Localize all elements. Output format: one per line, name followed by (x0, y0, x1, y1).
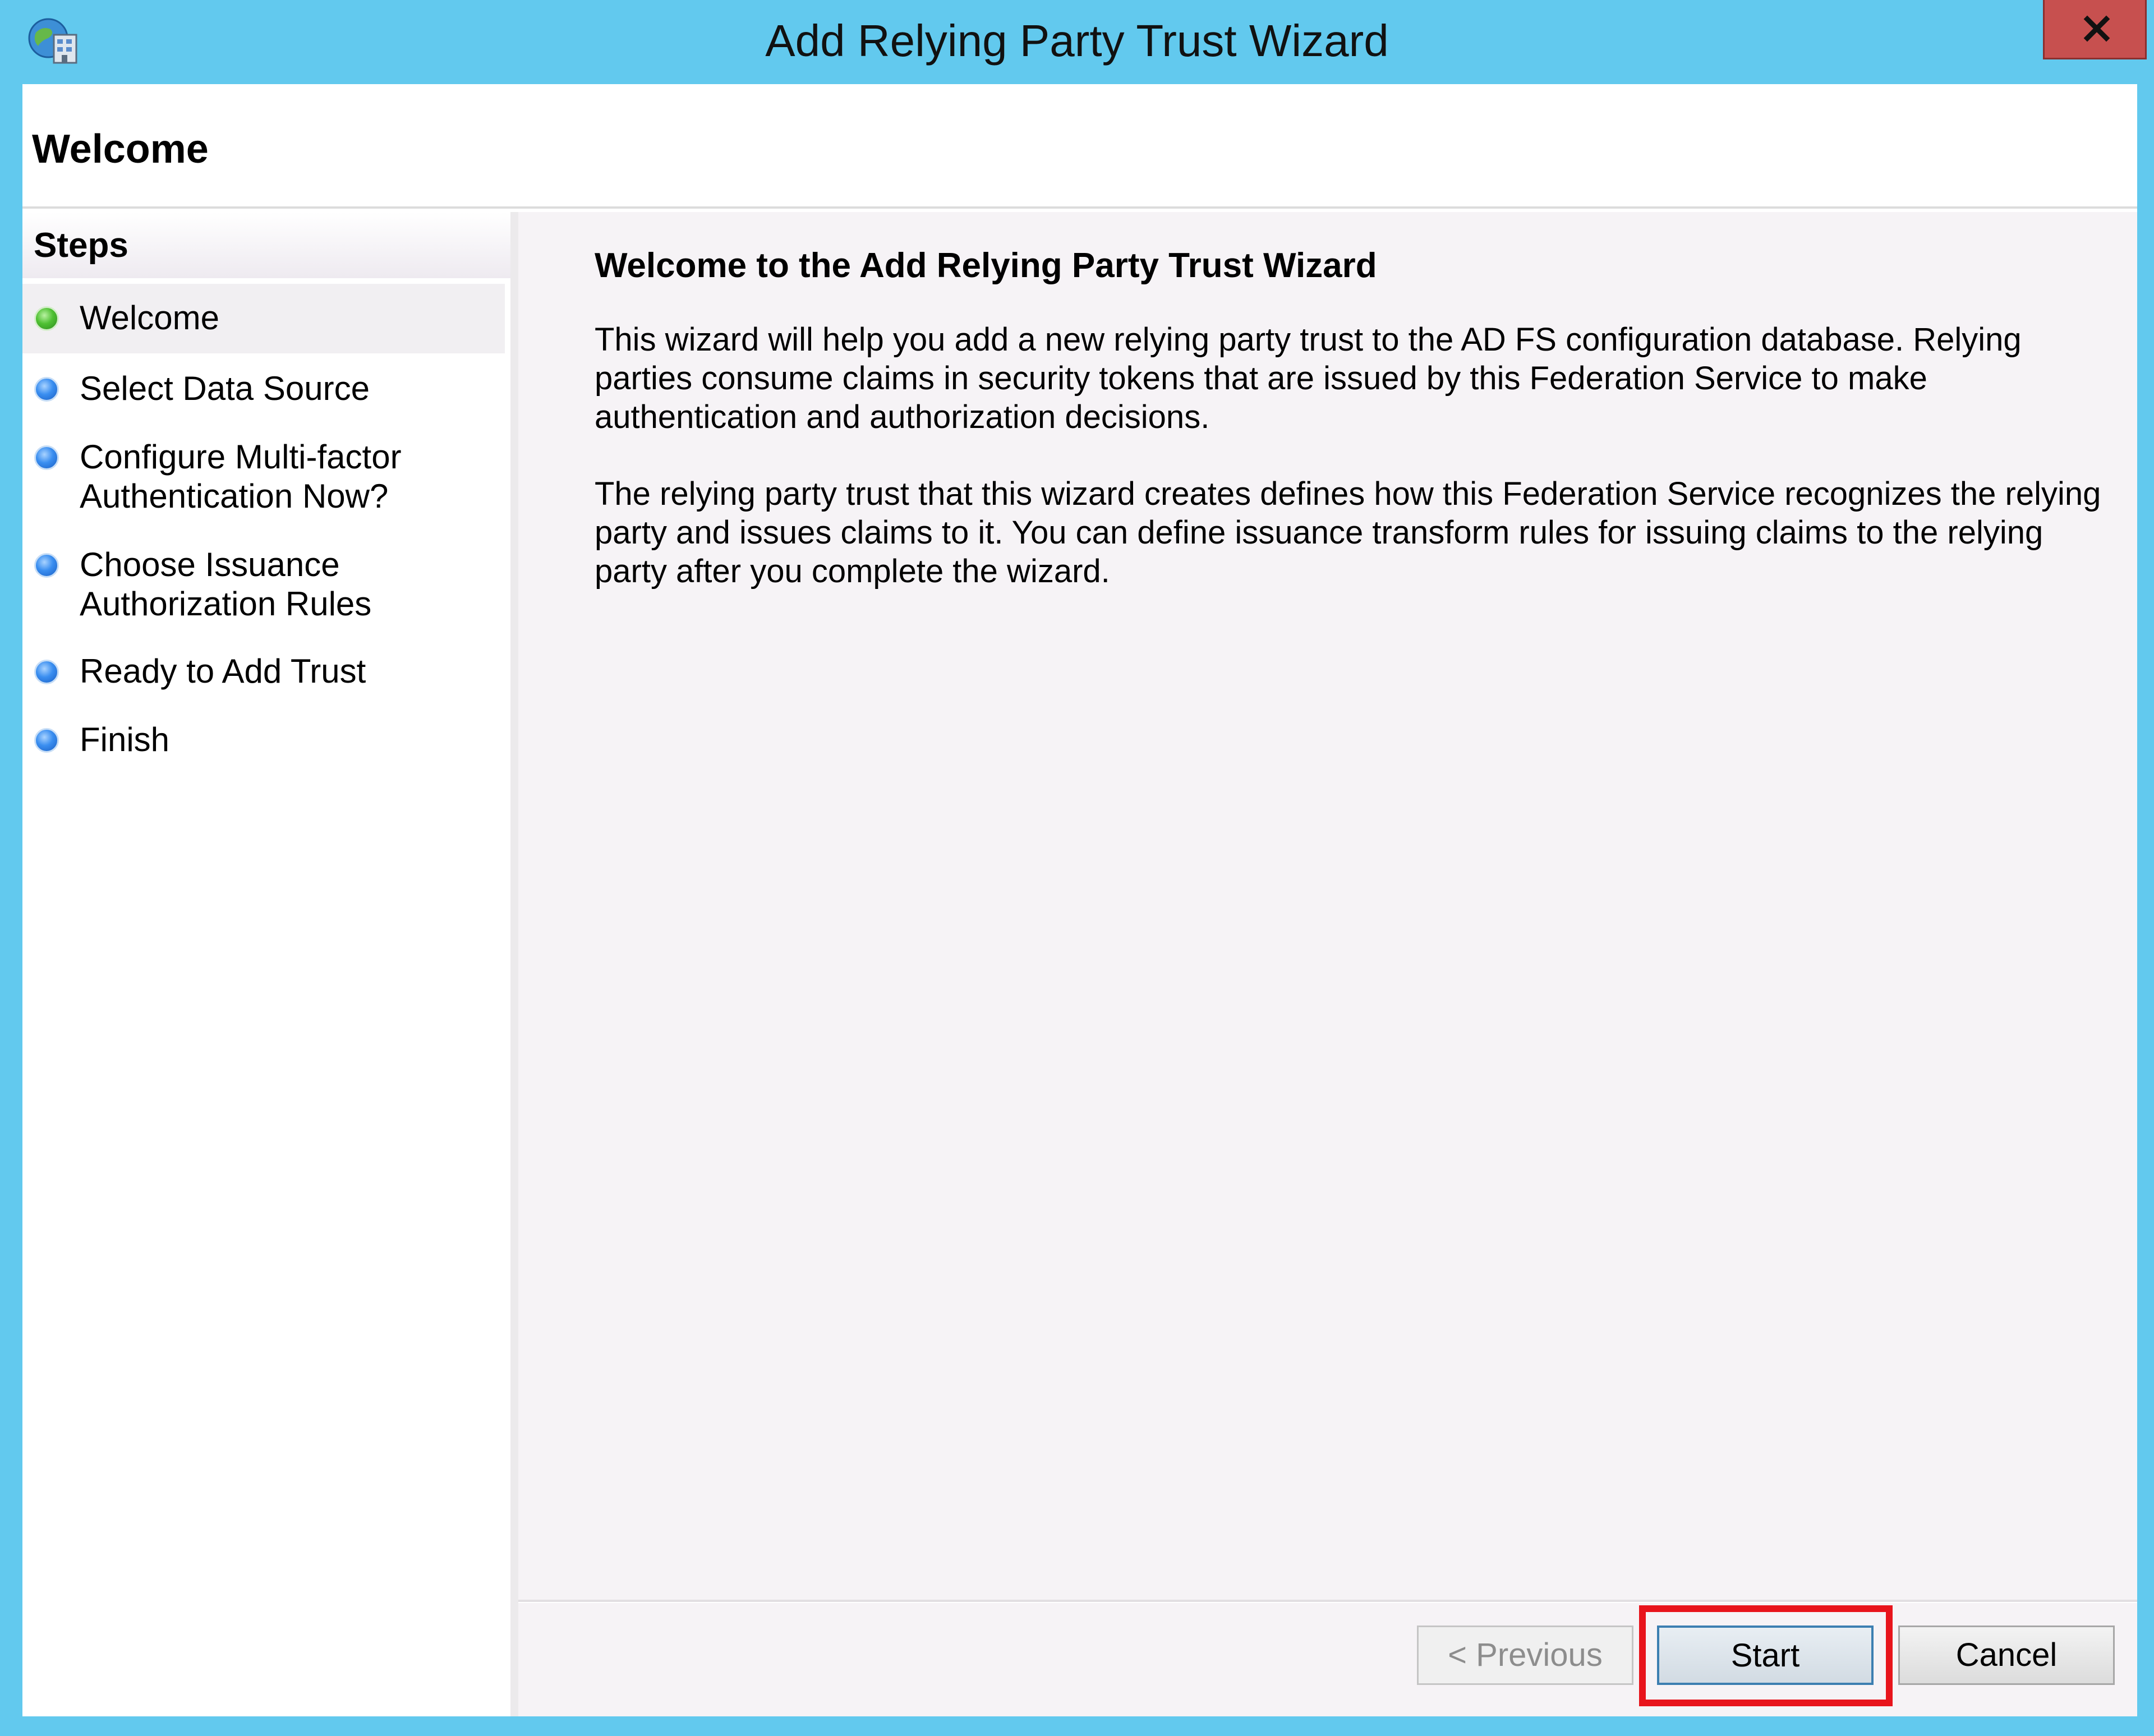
title-bar[interactable]: Add Relying Party Trust Wizard (0, 0, 2154, 84)
blue-dot-icon (34, 377, 59, 402)
step-label: Ready to Add Trust (80, 652, 366, 690)
step-label: Choose Issuance Authorization Rules (80, 546, 372, 623)
close-icon (2083, 15, 2110, 42)
window-title: Add Relying Party Trust Wizard (765, 16, 1389, 66)
previous-button[interactable]: < Previous (1417, 1626, 1633, 1685)
step-ready-to-add-trust: Ready to Add Trust (22, 637, 505, 704)
step-label: Finish (80, 721, 170, 758)
green-dot-icon (34, 306, 59, 331)
panel-divider (510, 212, 518, 1716)
wizard-window: Add Relying Party Trust Wizard Welcome S… (0, 0, 2154, 1736)
blue-dot-icon (34, 445, 59, 470)
footer-divider (518, 1600, 2137, 1603)
close-button[interactable] (2043, 0, 2147, 59)
step-select-data-source: Select Data Source (22, 354, 505, 422)
page-header: Welcome (22, 84, 2137, 206)
step-label: Select Data Source (80, 370, 370, 407)
cancel-button[interactable]: Cancel (1898, 1626, 2115, 1685)
content-title: Welcome to the Add Relying Party Trust W… (595, 246, 1377, 285)
start-button-highlight (1639, 1605, 1893, 1706)
step-label: Configure Multi-factor Authentication No… (80, 438, 402, 515)
steps-panel: Steps Welcome Select Data Source Configu… (22, 212, 510, 1716)
step-configure-mfa: Configure Multi-factor Authentication No… (22, 423, 505, 529)
steps-title: Steps (34, 226, 128, 265)
details-paragraph: The relying party trust that this wizard… (595, 476, 2101, 590)
step-finish: Finish (22, 706, 505, 773)
page-title: Welcome (32, 127, 209, 172)
wizard-client-area: Welcome Steps Welcome Select Data Source… (22, 84, 2137, 1716)
steps-header: Steps (22, 212, 510, 278)
step-label: Welcome (80, 299, 219, 337)
blue-dot-icon (34, 660, 59, 684)
blue-dot-icon (34, 553, 59, 578)
step-choose-issuance-rules: Choose Issuance Authorization Rules (22, 531, 505, 636)
header-divider (22, 206, 2137, 209)
blue-dot-icon (34, 728, 59, 753)
step-welcome: Welcome (22, 284, 505, 353)
intro-paragraph: This wizard will help you add a new rely… (595, 321, 2022, 435)
content-pane: Welcome to the Add Relying Party Trust W… (518, 212, 2137, 1716)
